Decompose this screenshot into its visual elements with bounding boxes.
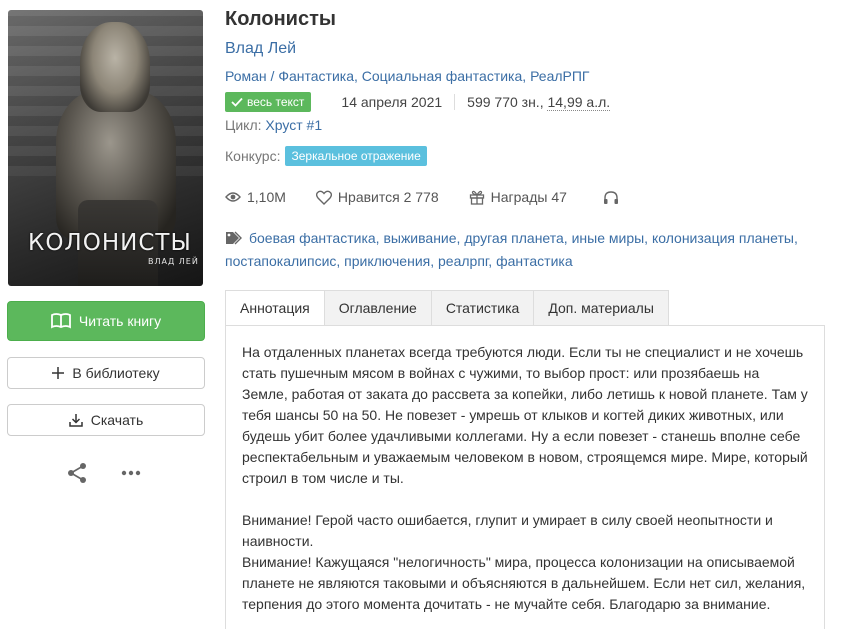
book-open-icon [50,313,71,329]
download-label: Скачать [90,412,144,428]
annotation-paragraph: Внимание! Герой часто ошибается, глупит … [242,512,773,549]
genre-comma: , [353,68,362,84]
meta-row: весь текст 14 апреля 2021 599 770 зн., 1… [225,91,611,113]
genres: Роман / Фантастика, Социальная фантастик… [225,68,590,84]
share-icon[interactable] [66,462,88,484]
read-book-label: Читать книгу [78,313,162,329]
tag-link[interactable]: боевая фантастика [249,230,376,246]
tab-bar: Аннотация Оглавление Статистика Доп. мат… [225,290,669,326]
genre-link[interactable]: Социальная фантастика [362,68,523,84]
heart-icon [315,190,332,205]
cover-title: КОЛОНИСТЫ [28,230,192,256]
genre-separator: / [266,68,279,84]
add-to-library-label: В библиотеку [72,365,160,381]
cycle-link[interactable]: Хруст #1 [265,117,322,133]
tags-list: боевая фантастика, выживание, другая пла… [225,230,798,269]
genre-comma: , [522,68,531,84]
contest-label: Конкурс: [225,148,281,164]
book-title: Колонисты [225,8,336,30]
contest: Конкурс: Зеркальное отражение [225,146,427,166]
tab-contents[interactable]: Оглавление [324,290,432,326]
audiobook-button[interactable] [603,190,619,205]
cycle: Цикл: Хруст #1 [225,117,322,133]
plus-icon [52,367,65,379]
genre-path[interactable]: Роман [225,68,267,84]
tag-link[interactable]: приключения [344,253,430,269]
tag-link[interactable]: иные миры [572,230,645,246]
author-link[interactable]: Влад Лей [225,40,296,58]
genre-link[interactable]: РеалРПГ [530,68,589,84]
annotation-paragraph: На отдаленных планетах всегда требуются … [242,344,808,486]
tag-link[interactable]: фантастика [496,253,573,269]
full-text-badge: весь текст [225,92,312,112]
tag-link[interactable]: колонизация планеты [652,230,794,246]
stats-row: 1,10M Нравится 2 778 Награды 47 [225,187,619,207]
check-icon [231,97,243,107]
tag-link[interactable]: постапокалипсис [225,253,336,269]
contest-badge[interactable]: Зеркальное отражение [285,146,427,166]
annotation-panel: На отдаленных планетах всегда требуются … [225,325,825,629]
annotation-paragraph: Внимание! Кажущаяся "нелогичность" мира,… [242,554,806,612]
size-author-sheets: 14,99 а.л. [547,93,611,111]
tags-icon [225,230,243,251]
full-text-label: весь текст [247,94,305,109]
tag-link[interactable]: реалрпг [438,253,488,269]
awards-button[interactable]: Награды 47 [469,189,567,205]
cycle-label: Цикл: [225,117,262,133]
tab-statistics[interactable]: Статистика [431,290,535,326]
cover-author: ВЛАД ЛЕЙ [148,257,199,266]
book-cover[interactable]: КОЛОНИСТЫ ВЛАД ЛЕЙ [8,10,203,286]
download-button[interactable]: Скачать [7,404,205,436]
tab-extra-materials[interactable]: Доп. материалы [534,290,669,326]
views-count: 1,10M [247,189,286,205]
genre-link[interactable]: Фантастика [278,68,354,84]
eye-icon [225,192,241,202]
awards-label: Награды 47 [490,189,567,205]
read-book-button[interactable]: Читать книгу [7,301,205,341]
tab-annotation[interactable]: Аннотация [225,290,325,326]
size-chars: 599 770 зн., [467,94,544,110]
tag-link[interactable]: другая планета [464,230,563,246]
more-icon[interactable] [120,462,142,484]
publish-date: 14 апреля 2021 [341,94,456,110]
tag-link[interactable]: выживание [383,230,456,246]
views-stat: 1,10M [225,189,286,205]
download-icon [69,413,83,427]
add-to-library-button[interactable]: В библиотеку [7,357,205,389]
likes-label: Нравится 2 778 [337,189,439,205]
cover-figure-hood [80,22,150,112]
likes-button[interactable]: Нравится 2 778 [315,189,439,205]
headphones-icon [603,190,618,204]
gift-icon [469,190,484,205]
